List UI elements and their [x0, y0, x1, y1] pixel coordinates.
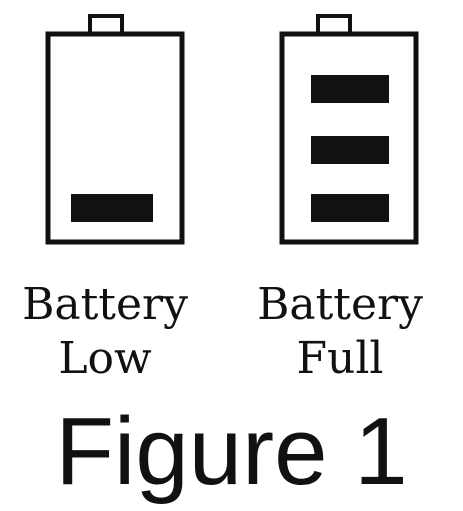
figure-title: Figure 1: [55, 398, 408, 505]
battery-full-label-line1: Battery: [257, 279, 423, 330]
battery-low-icon: [45, 14, 185, 245]
battery-full-terminal: [316, 14, 352, 36]
battery-full-caption: Battery Full: [240, 283, 440, 381]
battery-diagram: [45, 14, 419, 245]
battery-full-charge-bar: [311, 194, 389, 222]
battery-low-label-line1: Battery: [22, 279, 188, 330]
battery-full-charge-bar: [311, 136, 389, 164]
battery-low-terminal: [88, 14, 124, 36]
battery-low-charge-bars: [71, 194, 153, 222]
battery-low-label-line2: Low: [58, 333, 152, 384]
battery-full-icon: [279, 14, 419, 245]
battery-full-charge-bar: [311, 75, 389, 103]
battery-low-caption: Battery Low: [5, 283, 205, 381]
battery-low-charge-bar: [71, 194, 153, 222]
battery-full-label-line2: Full: [296, 333, 384, 384]
battery-full-charge-bars: [311, 75, 389, 222]
